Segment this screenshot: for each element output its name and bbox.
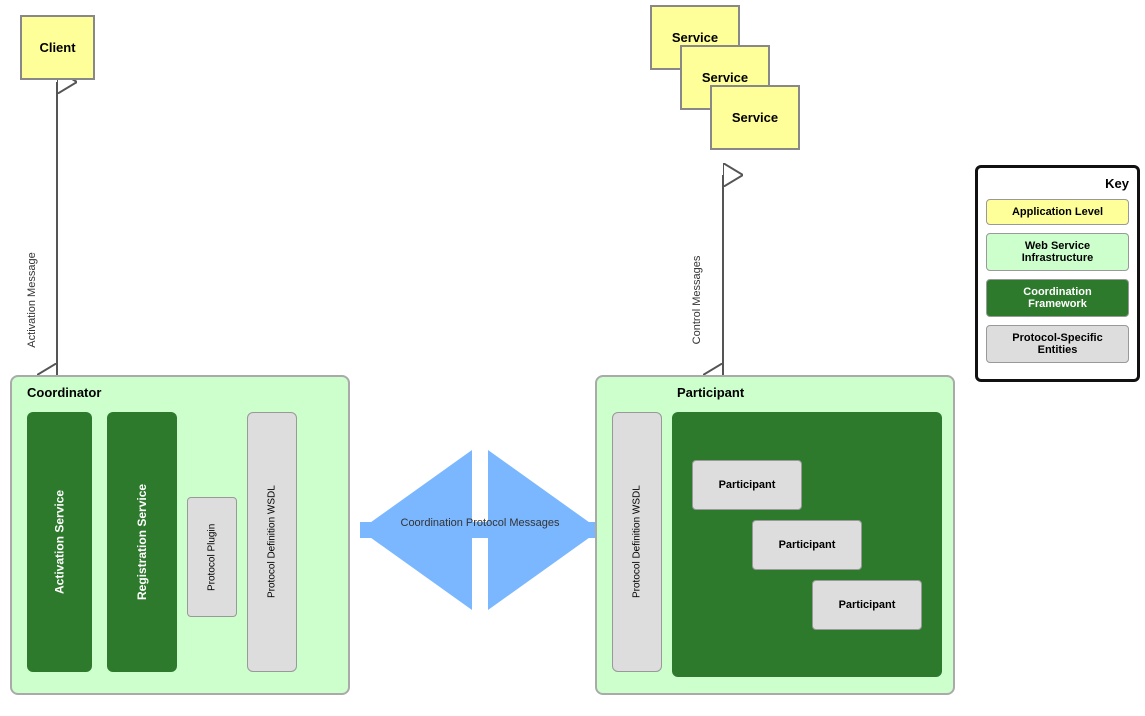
protocol-wsdl-part-box: Protocol Definition WSDL [612,412,662,672]
protocol-plugin-box: Protocol Plugin [187,497,237,617]
diagram-area: Activation Message Control Messages Coor… [0,0,960,716]
participant-inner-box: Participant Participant Participant [672,412,942,677]
activation-message-label: Activation Message [26,252,38,347]
control-messages-label: Control Messages [691,255,703,344]
activation-service-box: Activation Service [27,412,92,672]
key-panel: Key Application Level Web Service Infras… [975,165,1140,382]
participant-sub-3: Participant [812,580,922,630]
protocol-wsdl-coord-box: Protocol Definition WSDL [247,412,297,672]
client-box: Client [20,15,95,80]
key-item-coordination: Coordination Framework [986,279,1129,317]
client-label: Client [39,40,75,55]
key-title: Key [986,176,1129,191]
key-item-protocol: Protocol-Specific Entities [986,325,1129,363]
key-item-application: Application Level [986,199,1129,225]
registration-service-box: Registration Service [107,412,177,672]
participant-sub-1: Participant [692,460,802,510]
coordinator-container: Coordinator Activation Service Registrat… [10,375,350,695]
key-item-webservice: Web Service Infrastructure [986,233,1129,271]
participant-sub-2: Participant [752,520,862,570]
coordinator-label: Coordinator [27,385,101,400]
participant-container: Participant Protocol Definition WSDL Par… [595,375,955,695]
coord-protocol-label: Coordination Protocol Messages [401,517,560,529]
service-box-3: Service [710,85,800,150]
participant-label: Participant [677,385,744,400]
service-stack: Service Service Service [650,5,850,175]
